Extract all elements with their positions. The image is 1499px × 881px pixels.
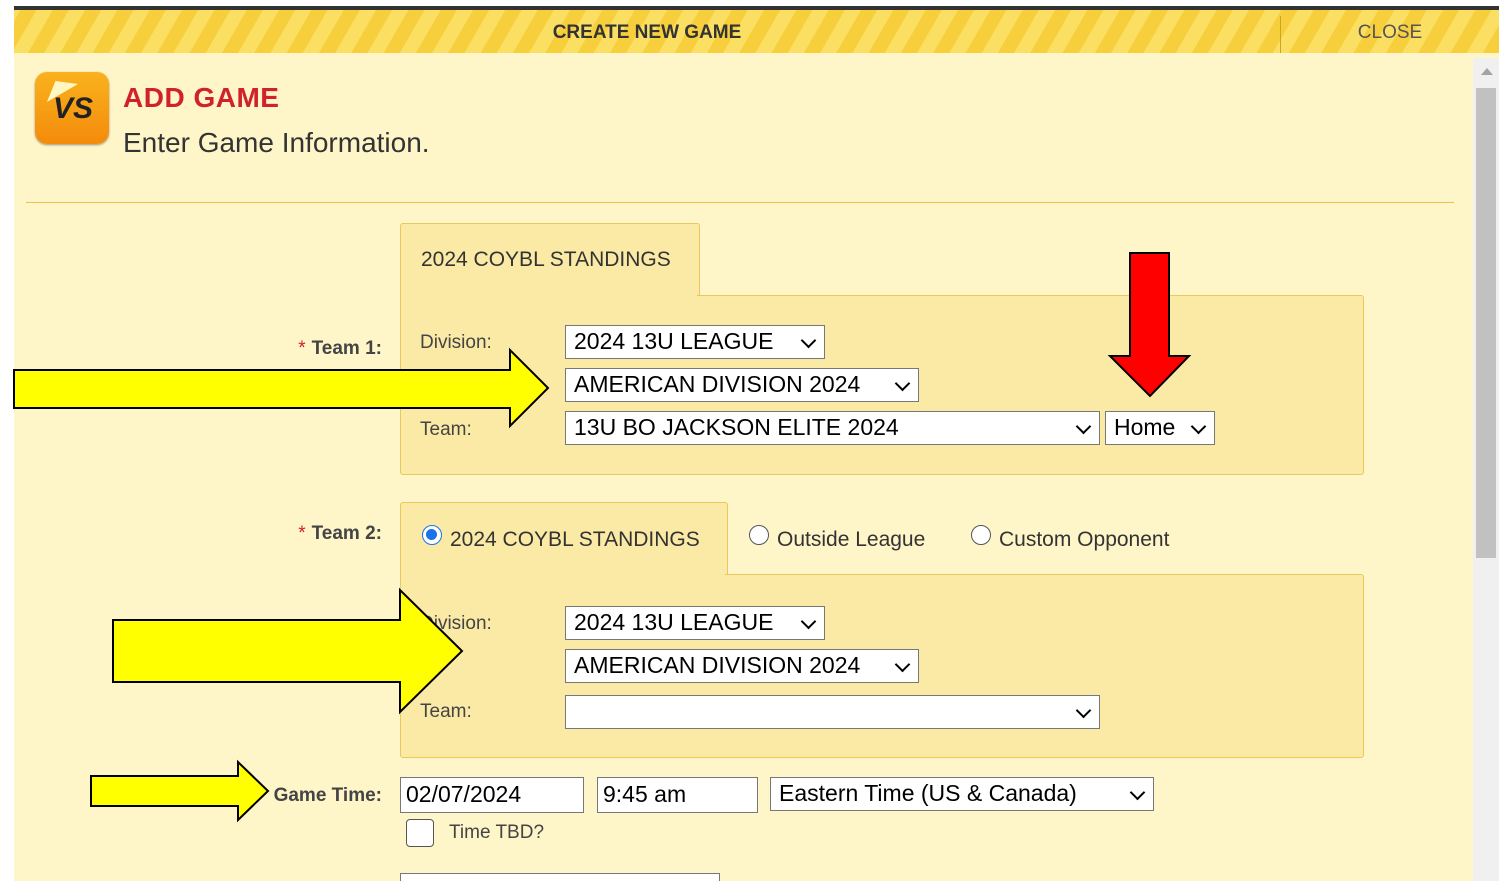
yellow-arrow-icon xyxy=(90,759,270,823)
yellow-arrow-icon xyxy=(13,347,550,429)
red-arrow-icon xyxy=(1107,252,1192,398)
annotation-overlay xyxy=(13,252,1192,823)
yellow-arrow-icon xyxy=(112,587,464,715)
